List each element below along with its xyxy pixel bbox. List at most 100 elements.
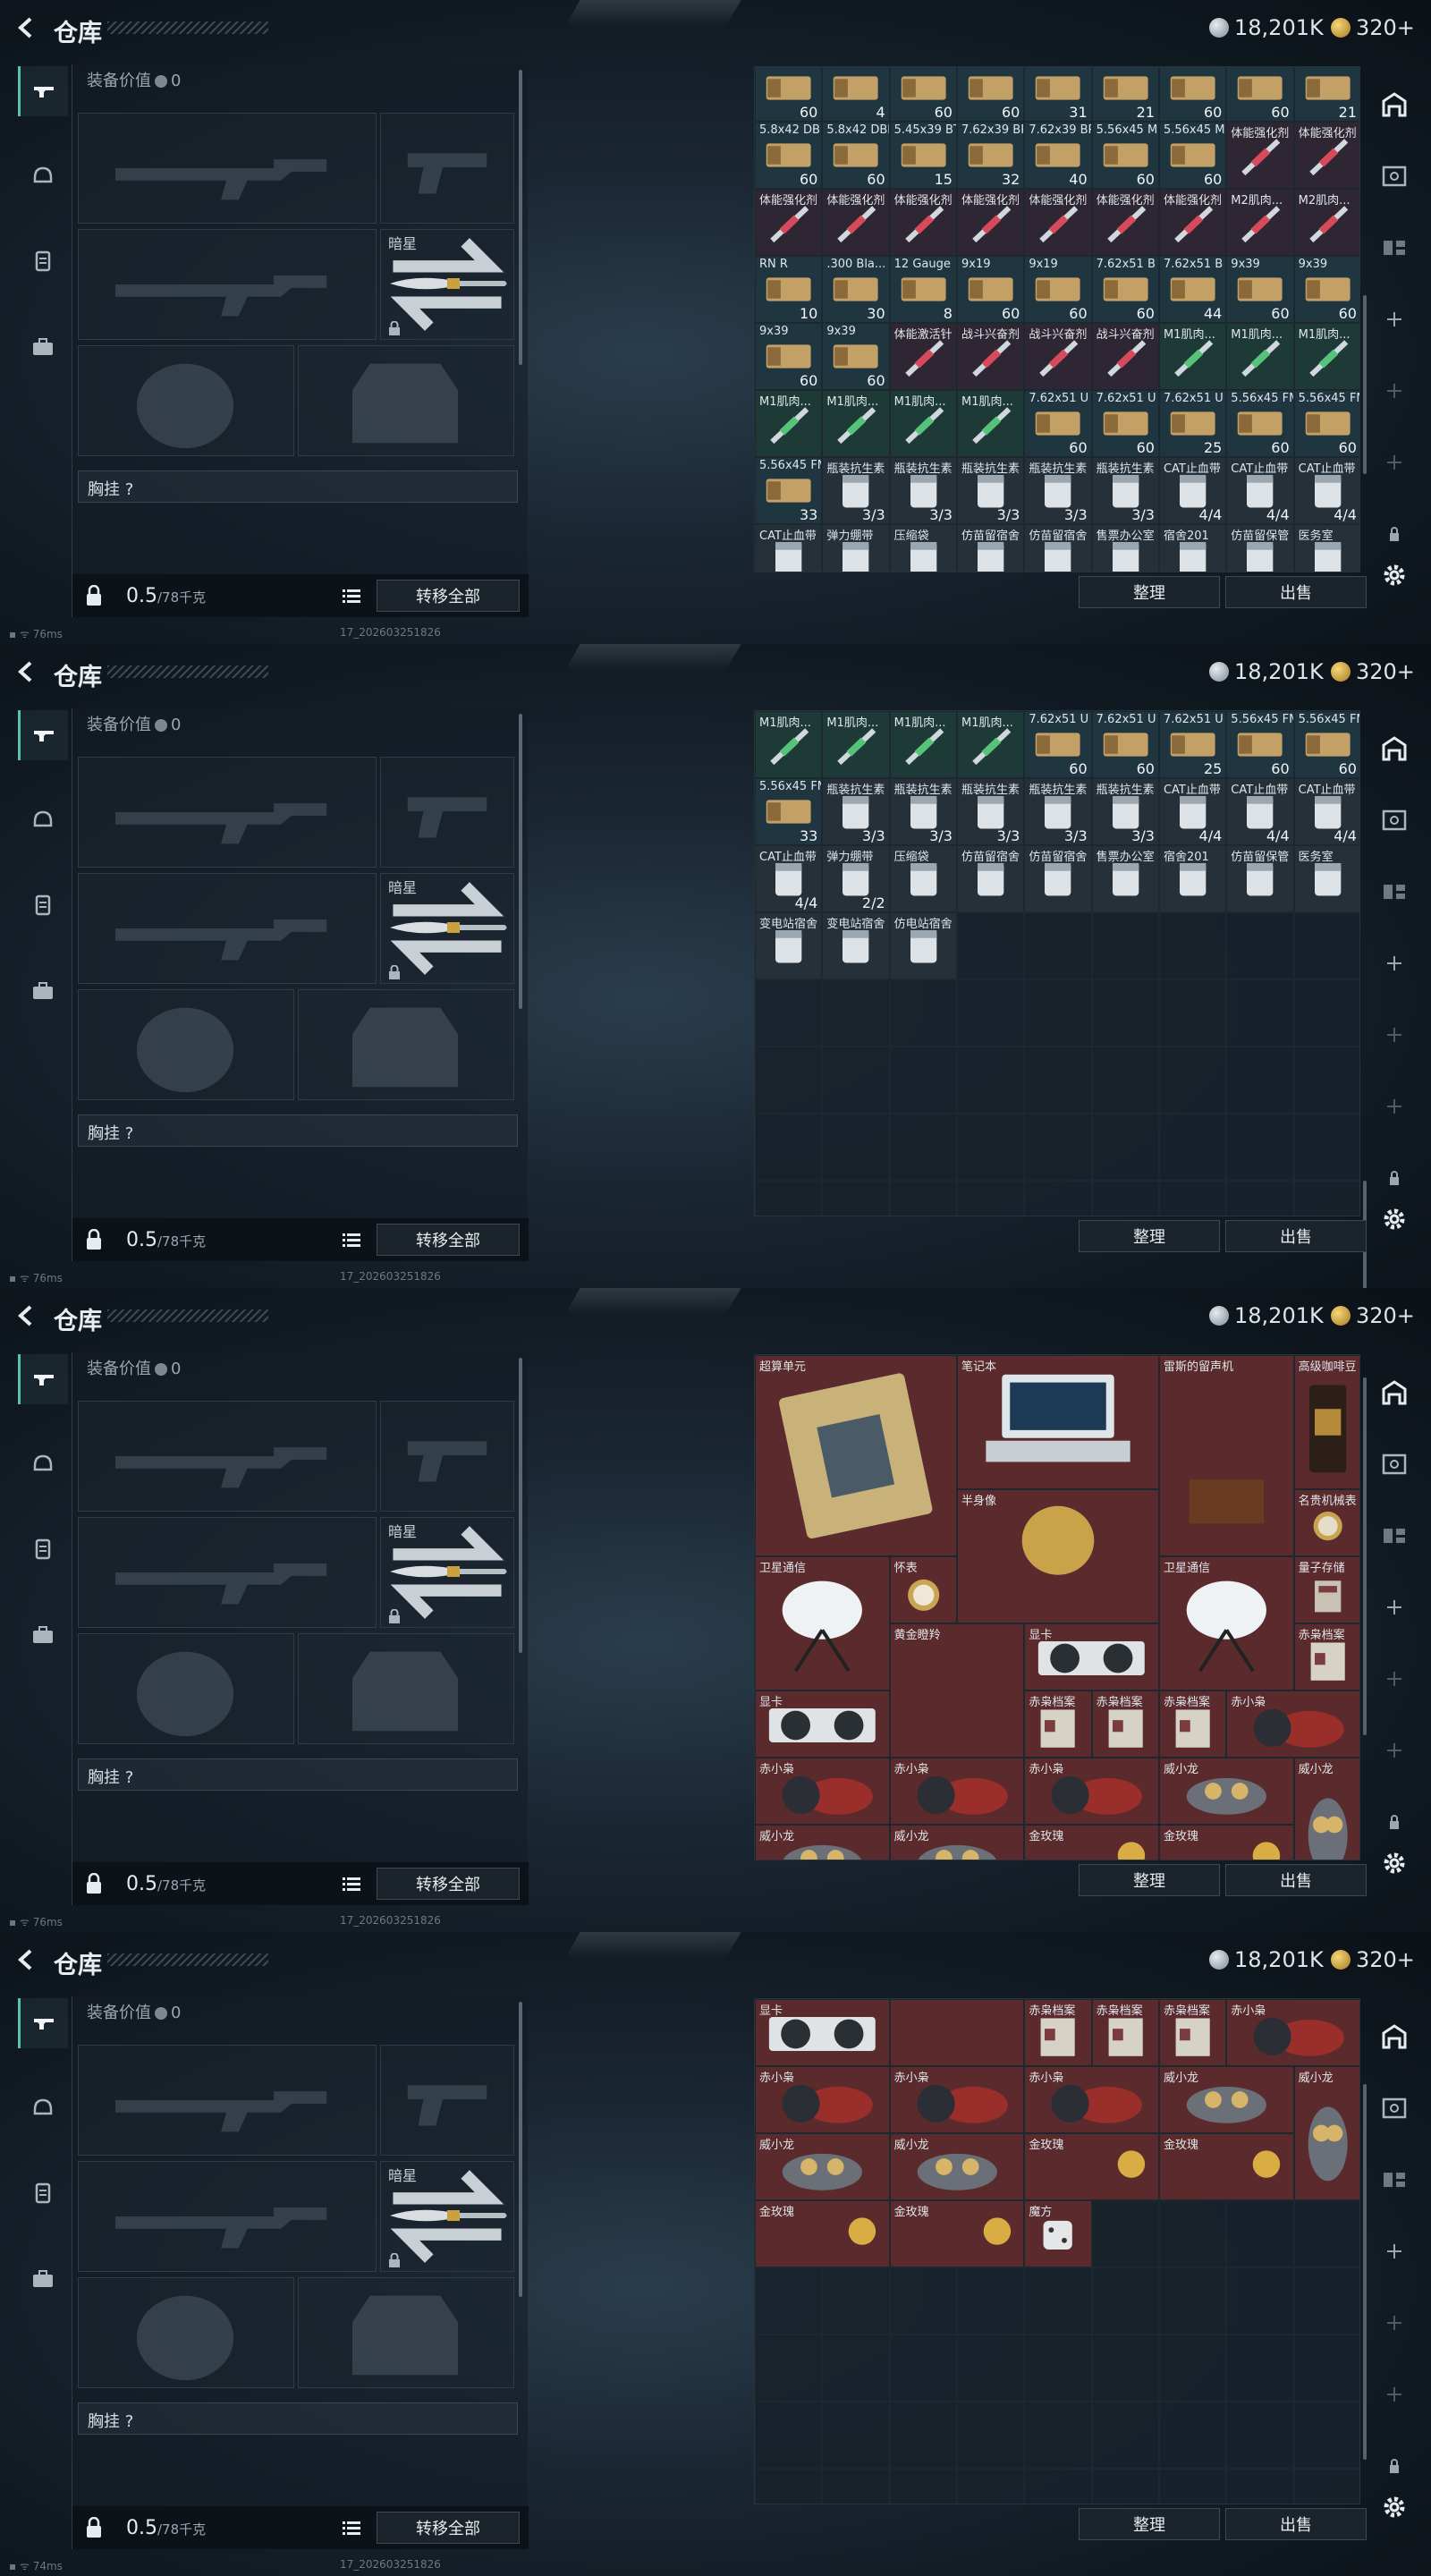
inventory-item[interactable]: 医务室 (1293, 524, 1359, 572)
inventory-item[interactable]: 5.45x39 BT 15 (889, 122, 957, 189)
tab-weapons[interactable] (18, 66, 68, 116)
transfer-all-button[interactable]: 转移全部 (377, 2512, 520, 2544)
back-arrow-icon[interactable] (13, 14, 39, 41)
inventory-empty-cell[interactable]: 60 (755, 67, 823, 122)
list-icon[interactable] (343, 1877, 360, 1891)
nav-gear-set[interactable] (1376, 873, 1413, 911)
inventory-item[interactable]: 5.56x45 M995A1 60 (1158, 122, 1227, 189)
inventory-item[interactable]: CAT止血带 4/4 (755, 845, 823, 912)
inventory-item[interactable]: 显卡 (755, 1999, 890, 2066)
sell-button[interactable]: 出售 (1225, 1864, 1367, 1896)
inventory-item[interactable]: 宿舍201 (1158, 845, 1227, 912)
inventory-item[interactable]: 战斗兴奋剂 (1091, 323, 1159, 390)
sidearm-slot[interactable] (380, 2045, 514, 2156)
transfer-all-button[interactable]: 转移全部 (377, 1224, 520, 1256)
inventory-item[interactable]: 仿苗留宿舍 (956, 524, 1025, 572)
inventory-item[interactable]: 仿苗留保管 (1226, 845, 1294, 912)
sort-button[interactable]: 整理 (1079, 1220, 1220, 1252)
tab-armor[interactable] (18, 2082, 68, 2132)
inventory-item[interactable]: 5.56x45 FM 60 (1293, 390, 1359, 457)
body-armor-slot[interactable] (298, 345, 514, 456)
inventory-item[interactable]: 仿苗留宿舍 (956, 845, 1025, 912)
inventory-item[interactable]: 5.56x45 FM 60 (1226, 711, 1294, 778)
sell-button[interactable]: 出售 (1225, 2508, 1367, 2540)
nav-add-page-2[interactable] (1376, 2304, 1413, 2342)
inventory-item[interactable]: 7.62x51 U 60 (1091, 390, 1159, 457)
sort-button[interactable]: 整理 (1079, 576, 1220, 608)
inventory-empty-cell[interactable]: 60 (1226, 67, 1294, 122)
inventory-item[interactable]: CAT止血带 4/4 (1226, 457, 1294, 524)
inventory-item[interactable]: 变电站宿舍 (755, 912, 823, 979)
inventory-empty-cell[interactable]: 4 (822, 67, 890, 122)
inventory-item[interactable]: M1肌肉... (889, 711, 957, 778)
inventory-item[interactable]: 体能强化剂 (755, 189, 823, 256)
secondary-weapon-slot[interactable] (78, 2161, 377, 2272)
inventory-item[interactable]: 压缩袋 (889, 524, 957, 572)
inventory-item[interactable]: 赤枭档案 (1024, 1690, 1092, 1758)
chest-rig-slot[interactable]: 胸挂 ? (78, 470, 518, 503)
nav-add-page[interactable] (1376, 945, 1413, 982)
inventory-item[interactable]: 赤枭档案 (1158, 1690, 1227, 1758)
inventory-item[interactable]: CAT止血带 4/4 (1158, 778, 1227, 845)
inventory-item[interactable]: .300 Bla... V 30 (822, 256, 890, 323)
nav-safebox[interactable] (1376, 1445, 1413, 1483)
inventory-item[interactable]: 瓶装抗生素 3/3 (1091, 457, 1159, 524)
nav-add-page-3[interactable] (1376, 2376, 1413, 2413)
inventory-item[interactable]: 瓶装抗生素 3/3 (956, 778, 1025, 845)
tab-vest[interactable] (18, 1524, 68, 1574)
inventory-item[interactable]: 赤小枭 (1226, 1690, 1359, 1758)
transfer-all-button[interactable]: 转移全部 (377, 580, 520, 612)
inventory-item[interactable]: 赤枭档案 (1158, 1999, 1227, 2066)
nav-add-page[interactable] (1376, 2233, 1413, 2270)
nav-gear-set[interactable] (1376, 229, 1413, 267)
inventory-empty-cell[interactable]: 60 (889, 67, 957, 122)
tab-vest[interactable] (18, 2168, 68, 2218)
inventory-item[interactable]: 仿苗留宿舍 (1024, 524, 1092, 572)
inventory-item[interactable]: 瓶装抗生素 3/3 (889, 778, 957, 845)
nav-safebox[interactable] (1376, 801, 1413, 839)
inventory-item[interactable]: M2肌肉... (1226, 189, 1294, 256)
inventory-item[interactable]: 赤小枭 (1024, 2066, 1159, 2133)
inventory-item[interactable]: 赤枭档案 (1024, 1999, 1092, 2066)
chest-rig-slot[interactable]: 胸挂 ? (78, 1114, 518, 1147)
tab-weapons[interactable] (18, 1354, 68, 1404)
inventory-item[interactable]: M1肌肉... (956, 711, 1025, 778)
nav-safebox[interactable] (1376, 157, 1413, 195)
inventory-item[interactable]: 弹力绷带 2/2 (822, 845, 890, 912)
inventory-item[interactable]: 5.56x45 FM 60 (1293, 711, 1359, 778)
tab-backpack[interactable] (18, 1610, 68, 1660)
inventory-item[interactable]: 体能激活针 (889, 323, 957, 390)
inventory-item[interactable]: 体能强化剂 (1024, 189, 1092, 256)
tab-backpack[interactable] (18, 966, 68, 1016)
chest-rig-slot[interactable]: 胸挂 ? (78, 2402, 518, 2435)
sell-button[interactable]: 出售 (1225, 576, 1367, 608)
inventory-item[interactable]: 魔方 (1024, 2200, 1092, 2267)
inventory-item[interactable]: 7.62x39 BP 40 (1024, 122, 1092, 189)
inventory-item[interactable]: 9x39 60 (1293, 256, 1359, 323)
inventory-item[interactable]: 金玫瑰 (1158, 1825, 1294, 1860)
gold-currency[interactable]: 320+ (1331, 659, 1415, 684)
inventory-item[interactable]: 量子存储 (1293, 1556, 1359, 1623)
nav-stash[interactable] (1376, 730, 1413, 767)
primary-weapon-slot[interactable] (78, 1401, 377, 1512)
inventory-item[interactable]: 赤枭档案 (1091, 1999, 1159, 2066)
tab-vest[interactable] (18, 880, 68, 930)
inventory-item[interactable]: 金玫瑰 (755, 2200, 890, 2267)
inventory-item[interactable]: 体能强化剂 (889, 189, 957, 256)
inventory-item[interactable]: 怀表 (889, 1556, 957, 1623)
nav-safebox[interactable] (1376, 2089, 1413, 2127)
sell-button[interactable]: 出售 (1225, 1220, 1367, 1252)
inventory-item[interactable]: 瓶装抗生素 3/3 (822, 778, 890, 845)
inventory-item[interactable]: 赤小枭 (889, 1758, 1025, 1825)
inventory-item[interactable]: 售票办公室 (1091, 524, 1159, 572)
tab-weapons[interactable] (18, 710, 68, 760)
inventory-item[interactable]: 瓶装抗生素 3/3 (1091, 778, 1159, 845)
melee-slot[interactable]: 暗星 (380, 2161, 514, 2272)
helmet-slot[interactable] (78, 345, 294, 456)
sort-button[interactable]: 整理 (1079, 1864, 1220, 1896)
helmet-slot[interactable] (78, 989, 294, 1100)
inventory-empty-cell[interactable]: 21 (1293, 67, 1359, 122)
nav-add-page[interactable] (1376, 1589, 1413, 1626)
list-icon[interactable] (343, 2521, 360, 2535)
inventory-item[interactable]: 5.8x42 DBP10 60 (755, 122, 823, 189)
